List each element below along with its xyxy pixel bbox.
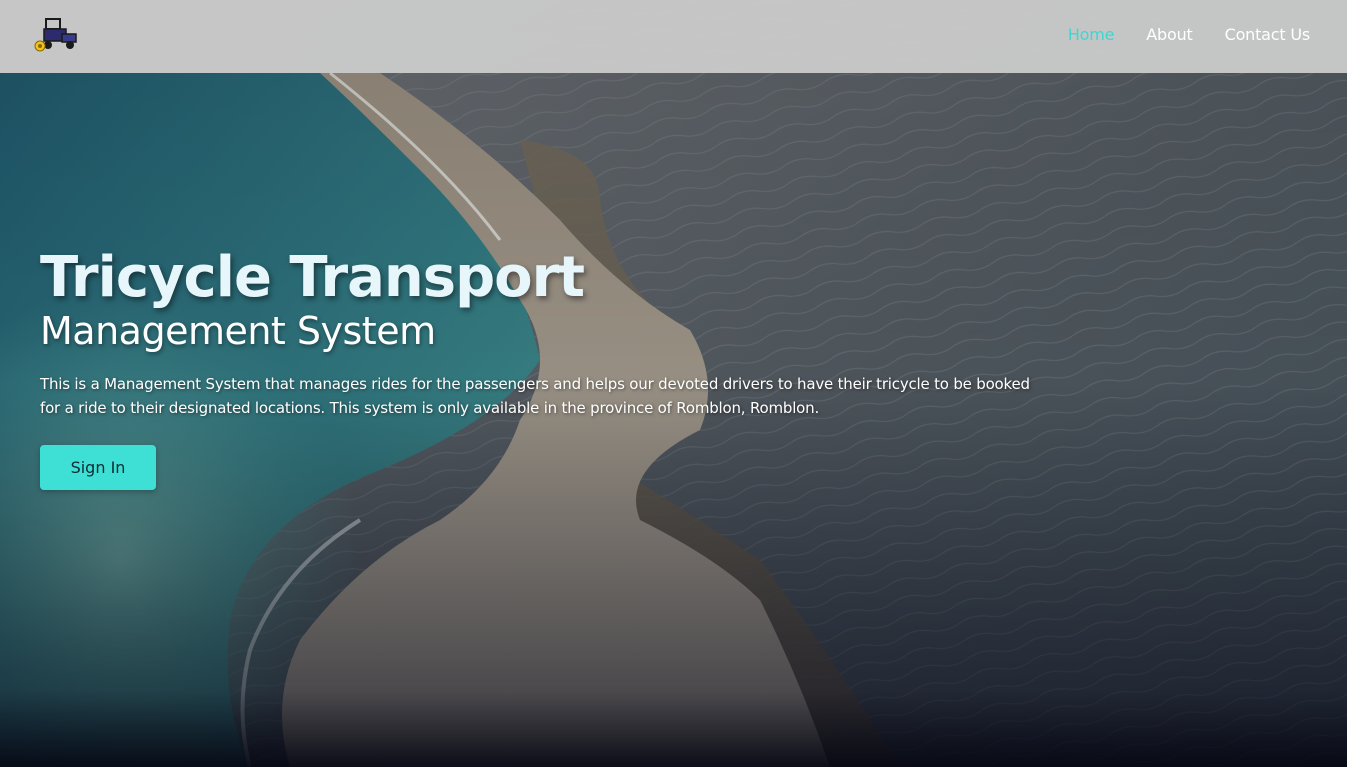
tricycle-logo-icon[interactable] xyxy=(32,16,80,56)
hero-section: Tricycle Transport Management System Thi… xyxy=(40,246,1040,420)
navbar: Home About Contact Us xyxy=(0,0,1347,73)
nav-home-link[interactable]: Home xyxy=(1068,24,1115,46)
sign-in-button[interactable]: Sign In xyxy=(40,445,156,490)
nav-about-link[interactable]: About xyxy=(1146,24,1193,46)
hero-description: This is a Management System that manages… xyxy=(40,375,1030,417)
nav-contact-link[interactable]: Contact Us xyxy=(1225,24,1311,46)
hero-subtitle: Management System xyxy=(40,309,436,353)
page: Home About Contact Us Tricycle Transport… xyxy=(0,0,1347,767)
nav-links: Home About Contact Us xyxy=(1068,24,1310,46)
hero-title: Tricycle Transport xyxy=(40,245,585,310)
